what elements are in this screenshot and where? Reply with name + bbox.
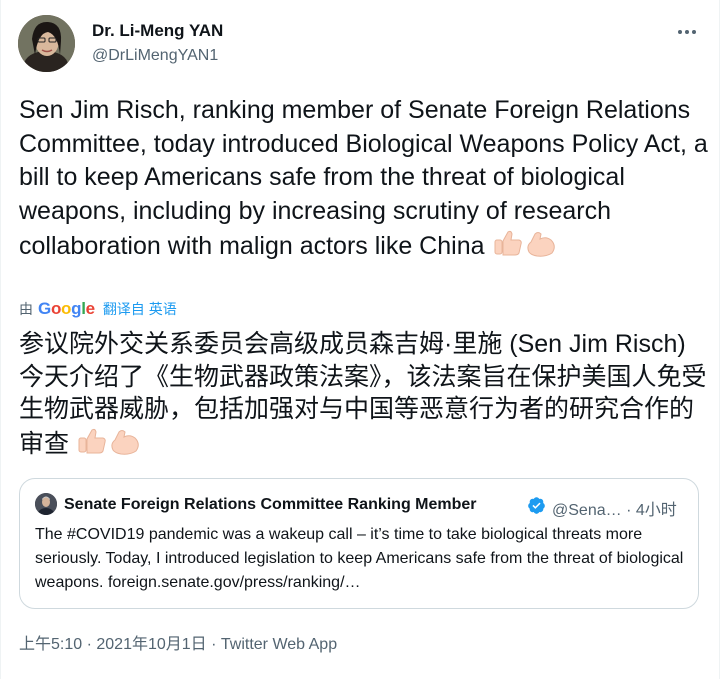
translated-from-link[interactable]: 翻译自 英语: [103, 299, 177, 319]
meta-separator: ·: [206, 636, 221, 653]
author-avatar[interactable]: [18, 15, 75, 72]
quoted-author-handle[interactable]: @Sena…: [552, 502, 622, 519]
meta-separator: ·: [82, 636, 97, 653]
google-logo: Google: [38, 299, 95, 318]
tweet-text-container: Sen Jim Risch, ranking member of Senate …: [19, 94, 709, 268]
quoted-author-name[interactable]: Senate Foreign Relations Committee Ranki…: [64, 496, 477, 514]
author-handle[interactable]: @DrLiMengYAN1: [92, 47, 218, 65]
quoted-tweet[interactable]: Senate Foreign Relations Committee Ranki…: [19, 478, 699, 609]
quoted-author-handle-time: @Sena… · 4小时: [552, 496, 677, 520]
verified-badge-icon: [527, 496, 546, 520]
quoted-tweet-text: The #COVID19 pandemic was a wakeup call …: [35, 526, 684, 591]
tweet-source[interactable]: Twitter Web App: [221, 636, 337, 653]
thumbs-flex-emoji-icon-translated: [75, 426, 143, 465]
author-name[interactable]: Dr. Li-Meng YAN: [92, 21, 223, 41]
thumbs-flex-emoji-icon: [491, 228, 559, 268]
more-options-icon[interactable]: [673, 22, 701, 42]
tweet-time[interactable]: 上午5:10: [19, 636, 82, 653]
tweet-date[interactable]: 2021年10月1日: [96, 636, 206, 653]
quoted-author-avatar[interactable]: [35, 493, 57, 515]
translated-text-container: 参议院外交关系委员会高级成员森吉姆·里施 (Sen Jim Risch) 今天介…: [19, 328, 709, 464]
translation-attribution: 由 Google 翻译自 英语: [19, 299, 177, 319]
tweet-metadata: 上午5:10 · 2021年10月1日 · Twitter Web App: [19, 630, 337, 654]
tweet-card: Dr. Li-Meng YAN @DrLiMengYAN1 Sen Jim Ri…: [0, 0, 720, 679]
tweet-text: Sen Jim Risch, ranking member of Senate …: [19, 96, 708, 260]
translated-by-label: 由: [19, 301, 33, 317]
quoted-tweet-time[interactable]: · 4小时: [626, 502, 677, 519]
